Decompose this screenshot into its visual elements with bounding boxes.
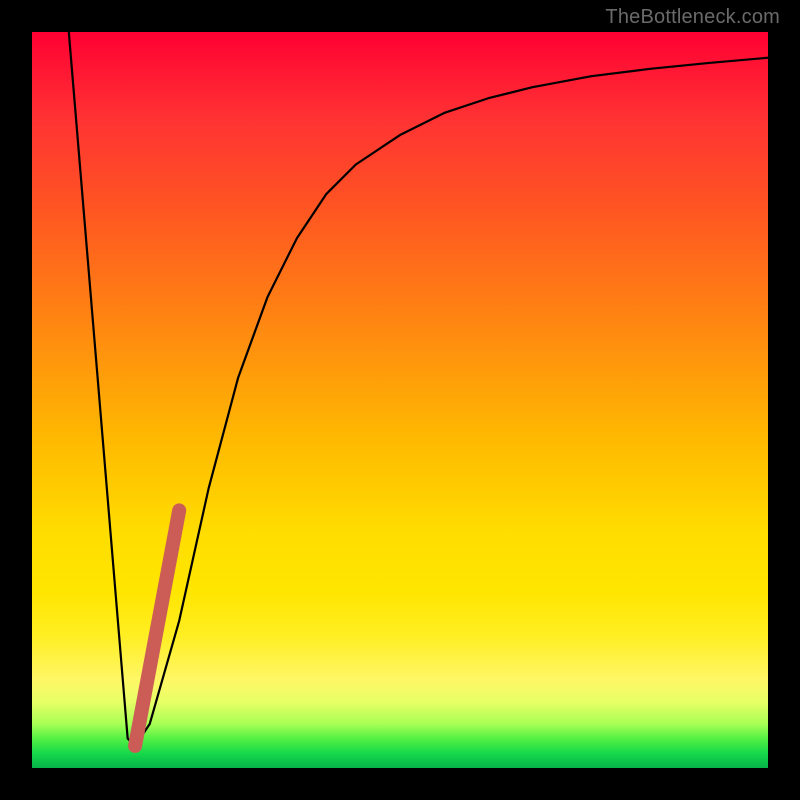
chart-frame: TheBottleneck.com <box>0 0 800 800</box>
highlight-segment <box>135 510 179 746</box>
plot-area <box>32 32 768 768</box>
curve-line <box>69 32 768 746</box>
chart-svg <box>32 32 768 768</box>
watermark-text: TheBottleneck.com <box>605 6 780 29</box>
